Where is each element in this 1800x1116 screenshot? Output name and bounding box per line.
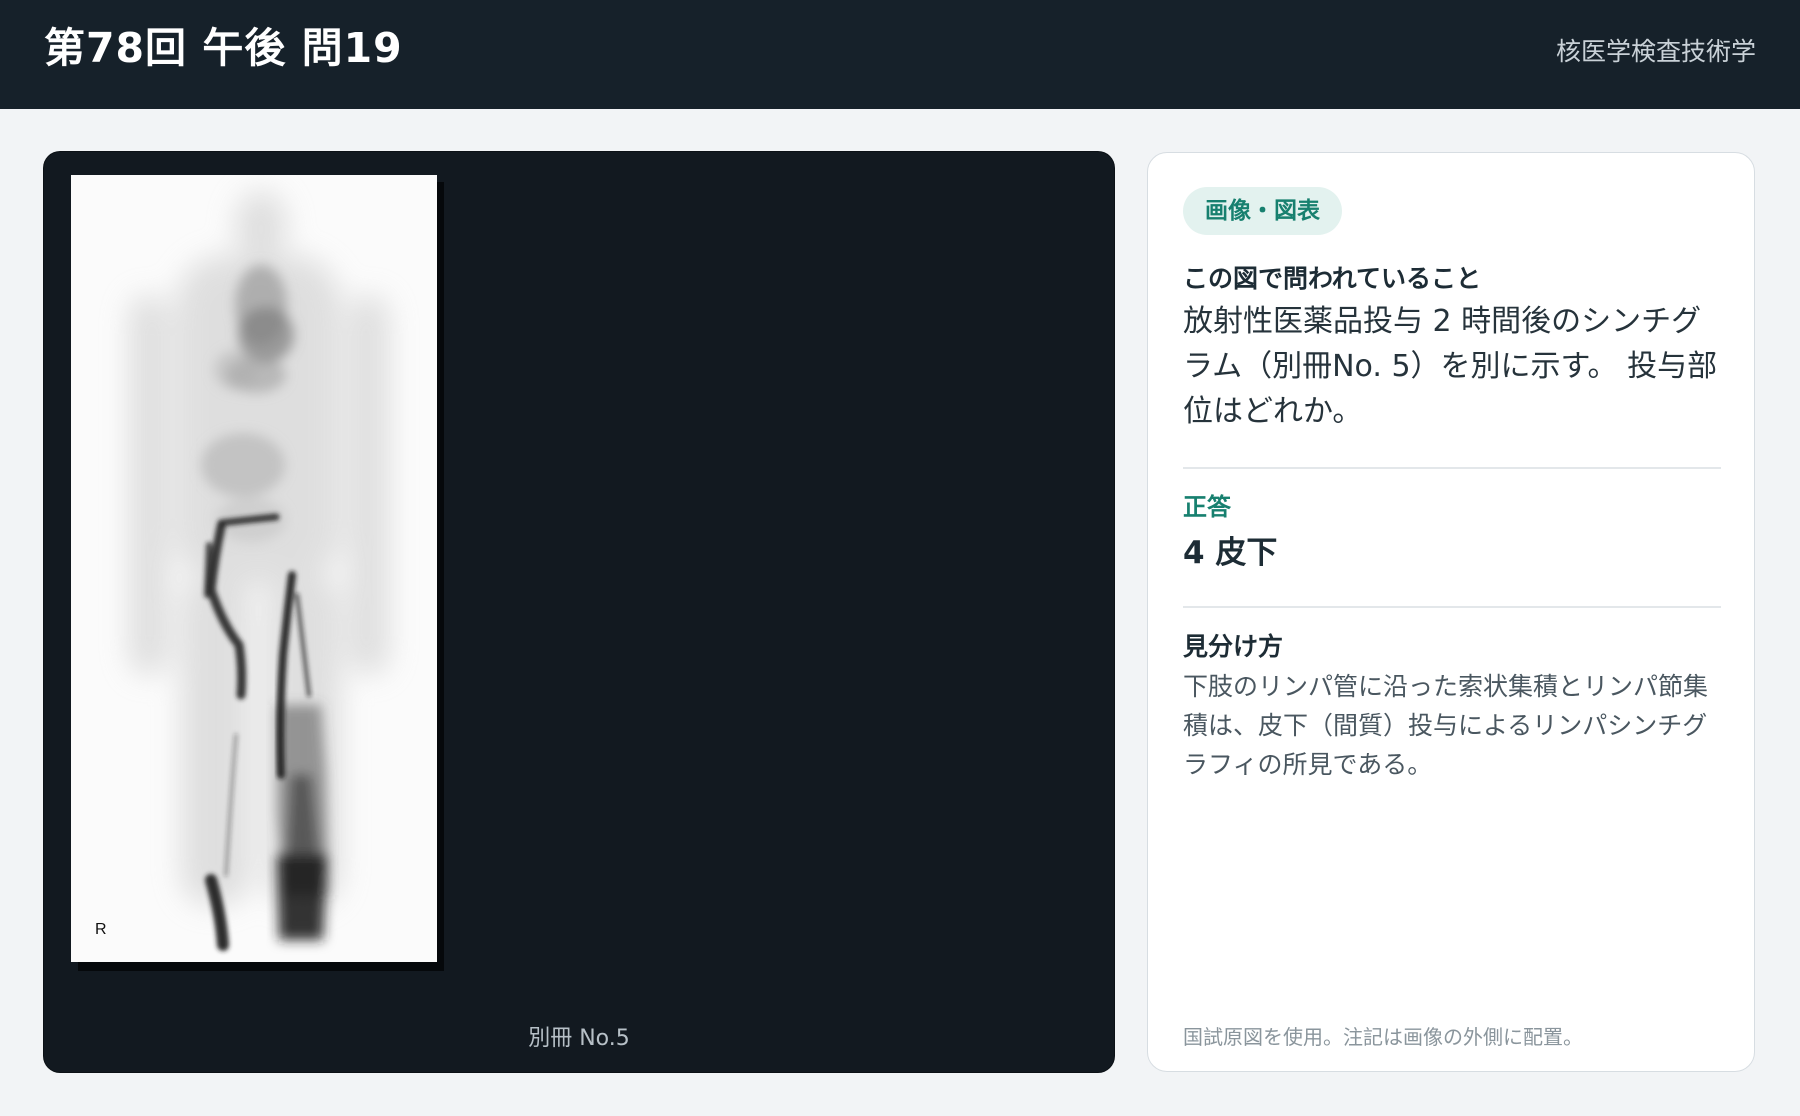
subject-label: 核医学検査技術学	[1555, 37, 1756, 66]
footnote: 国試原図を使用。注記は画像の外側に配置。	[1183, 1025, 1583, 1049]
question-text: 放射性医薬品投与 2 時間後のシンチグラム（別冊No. 5）を別に示す。 投与部…	[1183, 304, 1718, 429]
category-badge: 画像・図表	[1183, 187, 1342, 235]
film-orientation-marker: R	[95, 921, 107, 938]
explanation-panel: 画像・図表 この図で問われていること 放射性医薬品投与 2 時間後のシンチグラム…	[1147, 152, 1755, 1072]
question-label: この図で問われていること	[1183, 264, 1482, 293]
page-title: 第78回 午後 問19	[44, 24, 403, 72]
tips-label: 見分け方	[1183, 632, 1284, 661]
image-caption: 別冊 No.5	[528, 1026, 630, 1051]
divider	[1183, 467, 1721, 469]
top-bar: 第78回 午後 問19 核医学検査技術学	[0, 0, 1800, 109]
answer-text: 4 皮下	[1183, 535, 1278, 571]
answer-label: 正答	[1183, 493, 1231, 521]
tips-text: 下肢のリンパ管に沿った索状集積とリンパ節集積は、皮下（間質）投与によるリンパシン…	[1183, 672, 1709, 779]
divider	[1183, 606, 1721, 608]
scintigram-image: R	[71, 175, 437, 962]
scintigram-drawing	[129, 191, 389, 951]
